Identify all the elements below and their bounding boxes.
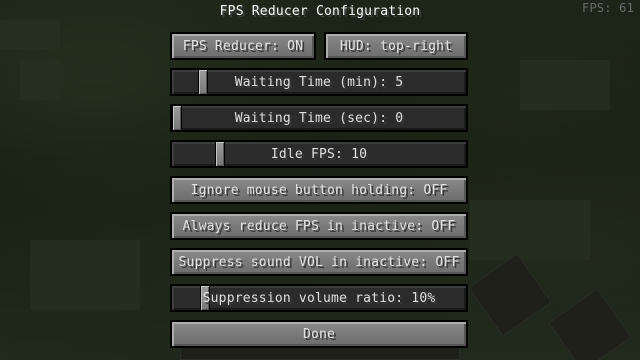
fps-counter: FPS: 61 [582, 1, 634, 15]
idle-fps-slider[interactable]: Idle FPS: 10 [170, 140, 468, 168]
slider-knob[interactable] [172, 105, 182, 131]
waiting-time-min-slider[interactable]: Waiting Time (min): 5 [170, 68, 468, 96]
fps-reducer-toggle-button[interactable]: FPS Reducer: ON [170, 32, 316, 60]
suppress-sound-inactive-button[interactable]: Suppress sound VOL in inactive: OFF [170, 248, 468, 276]
always-reduce-inactive-button[interactable]: Always reduce FPS in inactive: OFF [170, 212, 468, 240]
ignore-mouse-holding-button[interactable]: Ignore mouse button holding: OFF [170, 176, 468, 204]
hud-position-button[interactable]: HUD: top-right [324, 32, 468, 60]
slider-label: Idle FPS: 10 [270, 146, 368, 162]
page-title: FPS Reducer Configuration [219, 4, 421, 19]
slider-label: Suppression volume ratio: 10% [202, 290, 436, 306]
suppression-volume-ratio-slider[interactable]: Suppression volume ratio: 10% [170, 284, 468, 312]
slider-label: Waiting Time (sec): 0 [234, 110, 404, 126]
slider-knob[interactable] [198, 69, 208, 95]
done-button[interactable]: Done [170, 320, 468, 348]
waiting-time-sec-slider[interactable]: Waiting Time (sec): 0 [170, 104, 468, 132]
slider-knob[interactable] [215, 141, 225, 167]
slider-label: Waiting Time (min): 5 [234, 74, 404, 90]
